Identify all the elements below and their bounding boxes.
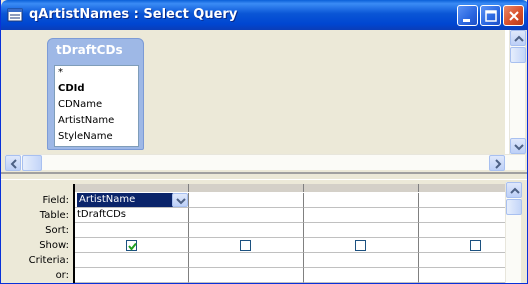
field-cell-4[interactable]: [419, 193, 507, 208]
show-checkbox-3[interactable]: [355, 240, 366, 251]
field-dropdown-button[interactable]: [172, 193, 188, 207]
table-cell-1[interactable]: tDraftCDs: [75, 208, 189, 223]
sort-cell-4[interactable]: [419, 223, 507, 238]
query-grid-pane: Field: Table: Sort: Show: Criteria: or: …: [5, 182, 525, 283]
field-item-artistname[interactable]: ArtistName: [58, 115, 114, 126]
chevron-down-icon: [514, 144, 524, 151]
close-icon: [509, 11, 519, 21]
field-cell-1[interactable]: ArtistName: [75, 193, 189, 208]
criteria-cell-2[interactable]: [189, 253, 304, 268]
scroll-right-button[interactable]: [489, 155, 505, 171]
query-design-grid: ArtistName tDraftCDs: [73, 184, 507, 283]
table-box-title[interactable]: tDraftCDs: [56, 43, 123, 57]
query-window: qArtistNames : Select Query tDraftCDs * …: [0, 0, 528, 284]
table-cell-3[interactable]: [304, 208, 419, 223]
column-selector-3[interactable]: [304, 184, 419, 192]
show-checkbox-2[interactable]: [240, 240, 251, 251]
sort-cell-1[interactable]: [75, 223, 189, 238]
or-cell-2[interactable]: [189, 268, 304, 283]
chevron-right-icon: [495, 159, 502, 169]
show-cell-3: [304, 238, 419, 253]
field-item-all[interactable]: *: [58, 67, 63, 78]
close-button[interactable]: [503, 5, 524, 26]
field-cell-3[interactable]: [304, 193, 419, 208]
table-cell-4[interactable]: [419, 208, 507, 223]
pane-splitter[interactable]: [1, 172, 527, 180]
maximize-icon: [485, 10, 497, 22]
row-label-table: Table:: [39, 210, 69, 221]
scroll-up-button[interactable]: [510, 30, 526, 46]
or-cell-4[interactable]: [419, 268, 507, 283]
criteria-cell-3[interactable]: [304, 253, 419, 268]
sort-cell-3[interactable]: [304, 223, 419, 238]
criteria-cell-1[interactable]: [75, 253, 189, 268]
show-cell-1: [75, 238, 189, 253]
vertical-scroll-thumb[interactable]: [510, 47, 526, 63]
criteria-cell-4[interactable]: [419, 253, 507, 268]
title-bar[interactable]: qArtistNames : Select Query: [1, 0, 527, 30]
window-title: qArtistNames : Select Query: [29, 7, 238, 22]
column-selector-2[interactable]: [189, 184, 304, 192]
field-item-cdname[interactable]: CDName: [58, 99, 102, 110]
row-label-criteria: Criteria:: [28, 255, 69, 266]
or-cell-3[interactable]: [304, 268, 419, 283]
show-cell-2: [189, 238, 304, 253]
table-design-pane: tDraftCDs * CDId CDName ArtistName Style…: [5, 30, 526, 171]
grid-scroll-thumb[interactable]: [506, 199, 522, 215]
row-label-field: Field:: [42, 195, 69, 206]
column-selector-4[interactable]: [419, 184, 507, 192]
upper-vertical-scrollbar[interactable]: [509, 30, 526, 154]
field-list[interactable]: * CDId CDName ArtistName StyleName: [54, 65, 139, 147]
grid-vertical-scrollbar[interactable]: [505, 182, 522, 283]
table-box-tdraftcds[interactable]: tDraftCDs * CDId CDName ArtistName Style…: [47, 38, 144, 150]
or-cell-1[interactable]: [75, 268, 189, 283]
checkmark-icon: [128, 242, 137, 251]
show-checkbox-4[interactable]: [470, 240, 481, 251]
column-selector-1[interactable]: [75, 184, 189, 192]
chevron-down-icon: [176, 198, 186, 205]
row-label-or: or:: [55, 270, 69, 281]
field-item-cdid[interactable]: CDId: [58, 83, 85, 94]
table-cell-2[interactable]: [189, 208, 304, 223]
show-checkbox-1[interactable]: [126, 240, 137, 251]
scroll-left-button[interactable]: [5, 155, 21, 171]
minimize-button[interactable]: [457, 5, 478, 26]
chevron-up-icon: [510, 187, 520, 194]
field-value-1[interactable]: ArtistName: [77, 193, 173, 207]
grid-scroll-up-button[interactable]: [506, 182, 522, 198]
sort-cell-2[interactable]: [189, 223, 304, 238]
field-cell-2[interactable]: [189, 193, 304, 208]
query-icon[interactable]: [7, 7, 24, 23]
upper-horizontal-scrollbar[interactable]: [5, 154, 525, 171]
table-area[interactable]: tDraftCDs * CDId CDName ArtistName Style…: [5, 30, 505, 154]
maximize-button[interactable]: [480, 5, 501, 26]
chevron-up-icon: [514, 35, 524, 42]
row-label-show: Show:: [39, 240, 69, 251]
show-cell-4: [419, 238, 507, 253]
minimize-icon: [463, 19, 470, 22]
table-value-1: tDraftCDs: [77, 209, 127, 220]
scroll-down-button[interactable]: [510, 138, 526, 154]
horizontal-scroll-thumb[interactable]: [22, 155, 42, 171]
chevron-left-icon: [10, 159, 17, 169]
row-label-sort: Sort:: [45, 225, 69, 236]
field-item-stylename[interactable]: StyleName: [58, 131, 113, 142]
